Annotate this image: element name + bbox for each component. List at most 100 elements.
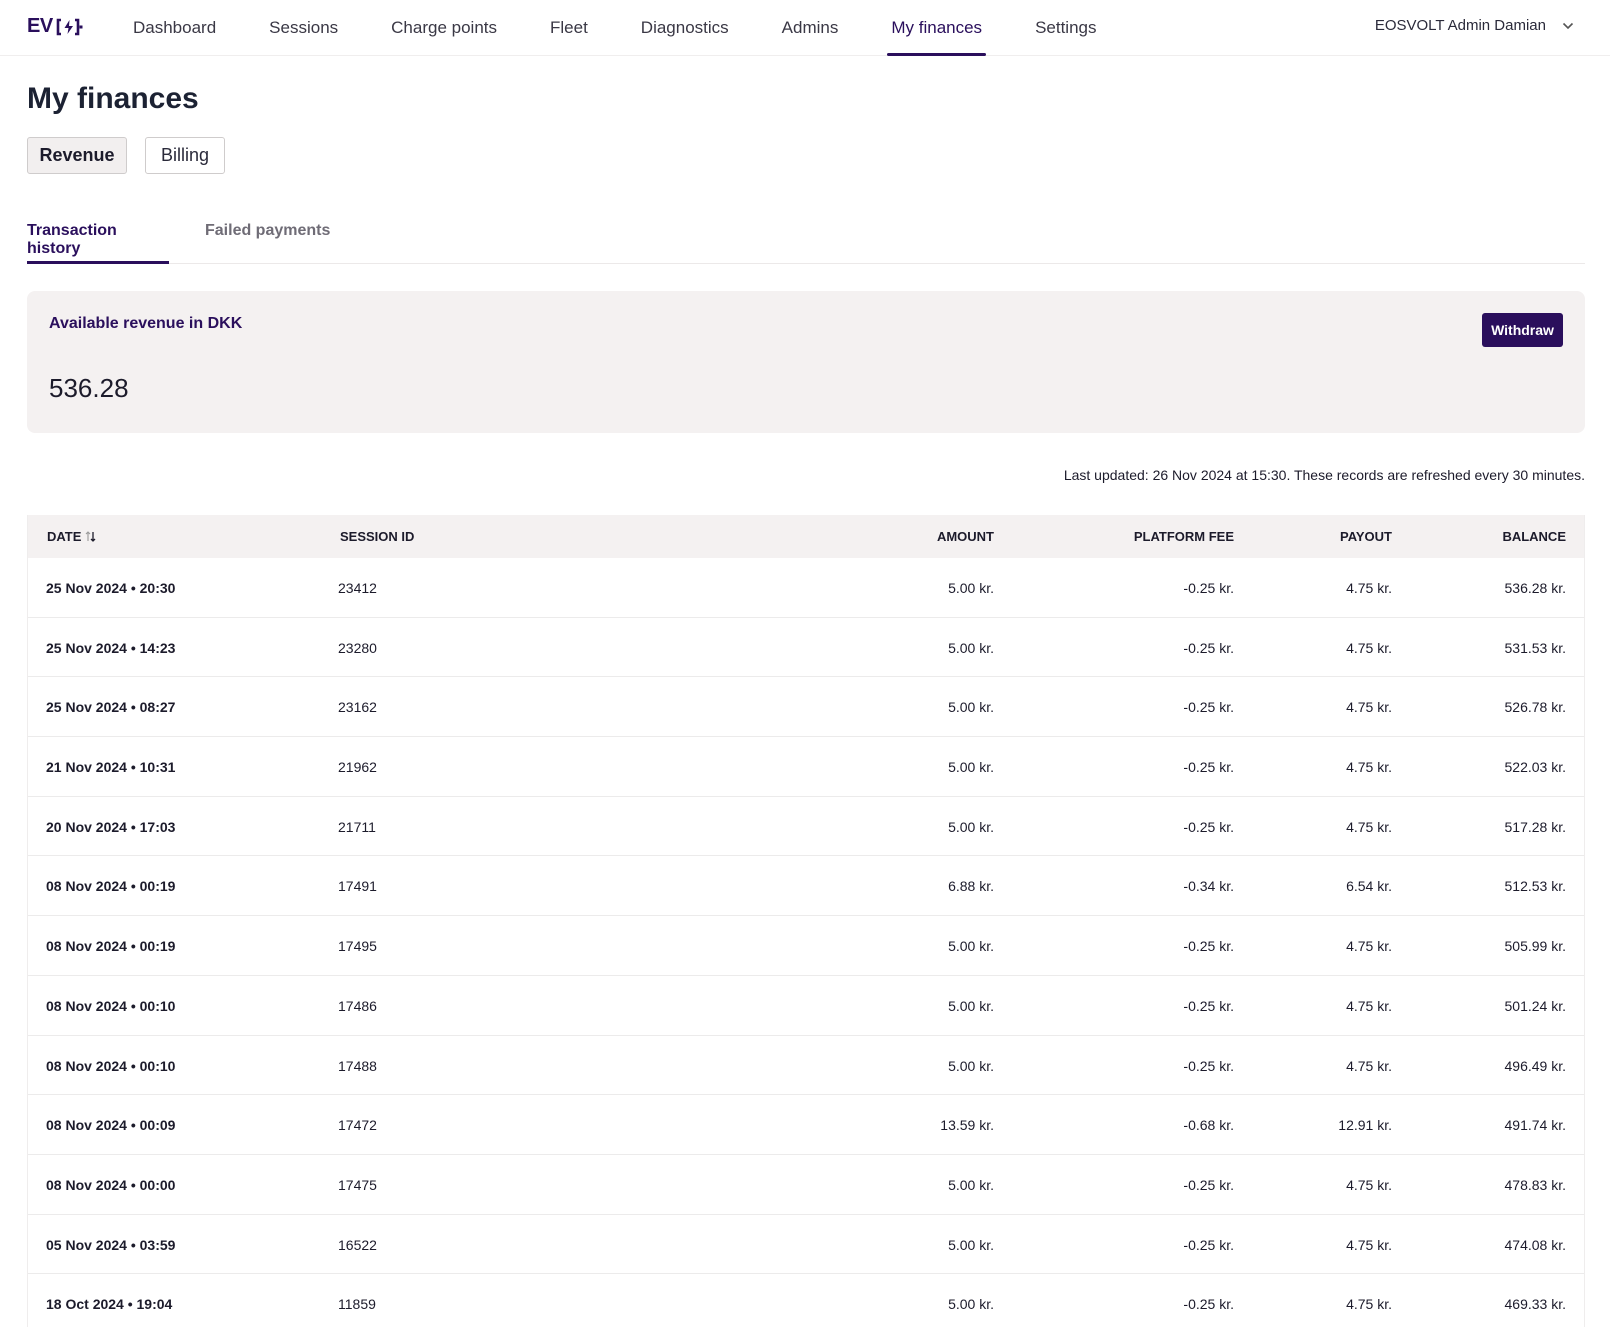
top-navigation-bar: EV Dashboard Sessions Charge points Flee… xyxy=(0,0,1610,56)
date-cell: 08 Nov 2024 • 00:10 xyxy=(46,1057,176,1074)
platform-fee-cell: -0.34 kr. xyxy=(1183,878,1234,895)
balance-cell: 526.78 kr. xyxy=(1504,699,1567,716)
nav-settings[interactable]: Settings xyxy=(1035,0,1096,56)
date-cell: 18 Oct 2024 • 19:04 xyxy=(46,1296,173,1313)
table-row[interactable]: 08 Nov 2024 • 00:10 17488 5.00 kr. -0.25 kr… xyxy=(28,1036,1584,1096)
table-row[interactable]: 25 Nov 2024 • 20:30 23412 5.00 kr. -0.25 kr… xyxy=(28,558,1584,618)
user-menu[interactable]: EOSVOLT Admin Damian xyxy=(1375,17,1574,34)
table-row[interactable]: 08 Nov 2024 • 00:00 17475 5.00 kr. -0.25 kr… xyxy=(28,1155,1584,1215)
session-id-cell: 17491 xyxy=(338,878,377,895)
session-id-cell: 11859 xyxy=(338,1296,376,1313)
balance-cell: 517.28 kr. xyxy=(1504,818,1567,835)
session-id-cell: 17486 xyxy=(338,997,377,1014)
payout-cell: 4.75 kr. xyxy=(1346,639,1392,656)
tab-failed-payments[interactable]: Failed payments xyxy=(205,215,330,264)
payout-cell: 4.75 kr. xyxy=(1346,1296,1392,1313)
balance-column-header: BALANCE xyxy=(1502,529,1566,544)
table-row[interactable]: 08 Nov 2024 • 00:19 17495 5.00 kr. -0.25 kr… xyxy=(28,916,1584,976)
payout-cell: 4.75 kr. xyxy=(1346,699,1392,716)
payout-cell: 4.75 kr. xyxy=(1346,818,1392,835)
date-cell: 08 Nov 2024 • 00:19 xyxy=(46,878,176,895)
session-id-cell: 16522 xyxy=(338,1236,377,1253)
table-row[interactable]: 21 Nov 2024 • 10:31 21962 5.00 kr. -0.25 kr… xyxy=(28,737,1584,797)
last-updated-note: Last updated: 26 Nov 2024 at 15:30. Thes… xyxy=(1063,467,1585,483)
logo-text: EV xyxy=(27,15,53,37)
session-id-cell: 23162 xyxy=(338,699,377,716)
table-row[interactable]: 08 Nov 2024 • 00:10 17486 5.00 kr. -0.25 kr… xyxy=(28,976,1584,1036)
platform-fee-cell: -0.25 kr. xyxy=(1183,580,1234,596)
nav-charge-points[interactable]: Charge points xyxy=(391,0,497,56)
revenue-segment-button[interactable]: Revenue xyxy=(27,137,127,174)
billing-segment-button[interactable]: Billing xyxy=(145,137,225,174)
session-id-cell: 21962 xyxy=(338,759,377,776)
payout-cell: 6.54 kr. xyxy=(1346,878,1392,895)
platform-fee-cell: -0.68 kr. xyxy=(1183,1117,1234,1134)
platform-fee-cell: -0.25 kr. xyxy=(1183,759,1234,776)
amount-cell: 5.00 kr. xyxy=(948,938,994,955)
payout-cell: 12.91 kr. xyxy=(1338,1117,1392,1134)
amount-cell: 5.00 kr. xyxy=(948,1296,994,1313)
amount-column-header: AMOUNT xyxy=(936,529,994,544)
date-cell: 25 Nov 2024 • 20:30 xyxy=(46,580,176,596)
nav-dashboard[interactable]: Dashboard xyxy=(133,0,216,56)
amount-cell: 5.00 kr. xyxy=(948,699,994,716)
payout-cell: 4.75 kr. xyxy=(1346,580,1392,596)
chevron-down-icon xyxy=(1562,22,1574,29)
table-row[interactable]: 08 Nov 2024 • 00:19 17491 6.88 kr. -0.34 kr… xyxy=(28,856,1584,917)
page-title: My finances xyxy=(27,82,199,115)
amount-cell: 5.00 kr. xyxy=(948,1176,994,1193)
payout-cell: 4.75 kr. xyxy=(1346,759,1392,776)
session-id-cell: 21711 xyxy=(338,818,376,835)
amount-cell: 5.00 kr. xyxy=(948,818,994,835)
platform-fee-cell: -0.25 kr. xyxy=(1183,699,1234,716)
sort-icon[interactable] xyxy=(85,530,96,543)
platform-fee-cell: -0.25 kr. xyxy=(1183,1176,1234,1193)
session-id-cell: 17488 xyxy=(338,1057,377,1074)
withdraw-button[interactable]: Withdraw xyxy=(1482,313,1563,347)
session-id-cell: 23280 xyxy=(338,639,377,656)
payout-cell: 4.75 kr. xyxy=(1346,1176,1392,1193)
balance-cell: 496.49 kr. xyxy=(1504,1057,1567,1074)
nav-admins[interactable]: Admins xyxy=(782,0,839,56)
amount-cell: 5.00 kr. xyxy=(948,1057,994,1074)
user-name: EOSVOLT Admin Damian xyxy=(1374,17,1546,34)
payout-column-header: PAYOUT xyxy=(1339,529,1392,544)
table-header: DATE SESSION ID AMOUNT PLATFORM FEE PAYO… xyxy=(28,515,1584,558)
payout-cell: 4.75 kr. xyxy=(1346,997,1392,1014)
balance-cell: 469.33 kr. xyxy=(1504,1296,1567,1313)
date-cell: 25 Nov 2024 • 08:27 xyxy=(46,699,176,716)
platform-fee-cell: -0.25 kr. xyxy=(1183,818,1234,835)
table-row[interactable]: 25 Nov 2024 • 08:27 23162 5.00 kr. -0.25 kr… xyxy=(28,677,1584,738)
platform-fee-cell: -0.25 kr. xyxy=(1183,1236,1234,1253)
date-cell: 08 Nov 2024 • 00:10 xyxy=(46,997,176,1014)
table-row[interactable]: 20 Nov 2024 • 17:03 21711 5.00 kr. -0.25 kr… xyxy=(28,797,1584,857)
tab-transaction-history[interactable]: Transaction history xyxy=(27,215,169,264)
table-row[interactable]: 25 Nov 2024 • 14:23 23280 5.00 kr. -0.25 kr… xyxy=(28,618,1584,678)
nav-my-finances[interactable]: My finances xyxy=(887,0,986,56)
balance-cell: 505.99 kr. xyxy=(1504,938,1567,955)
session-id-cell: 17495 xyxy=(338,938,377,955)
date-cell: 08 Nov 2024 • 00:09 xyxy=(46,1117,176,1134)
date-column-header[interactable]: DATE xyxy=(47,529,96,544)
finance-subtabs: Transaction history Failed payments xyxy=(27,215,1585,264)
platform-fee-cell: -0.25 kr. xyxy=(1183,1057,1234,1074)
logo[interactable]: EV xyxy=(27,15,83,38)
table-body: 25 Nov 2024 • 20:30 23412 5.00 kr. -0.25 kr… xyxy=(28,558,1584,1327)
nav-diagnostics[interactable]: Diagnostics xyxy=(641,0,729,56)
platform-fee-cell: -0.25 kr. xyxy=(1183,938,1234,955)
table-row[interactable]: 08 Nov 2024 • 00:09 17472 13.59 kr. -0.68 k… xyxy=(28,1095,1584,1155)
main-nav: Dashboard Sessions Charge points Fleet D… xyxy=(124,0,1097,56)
session-id-cell: 17472 xyxy=(338,1117,377,1134)
nav-sessions[interactable]: Sessions xyxy=(269,0,338,56)
payout-cell: 4.75 kr. xyxy=(1346,1236,1392,1253)
balance-cell: 536.28 kr. xyxy=(1504,580,1567,596)
session-id-cell: 17475 xyxy=(338,1176,377,1193)
balance-cell: 491.74 kr. xyxy=(1504,1117,1567,1134)
transactions-table: DATE SESSION ID AMOUNT PLATFORM FEE PAYO… xyxy=(27,515,1585,1327)
table-row[interactable]: 18 Oct 2024 • 19:04 11859 5.00 kr. -0.25 kr… xyxy=(28,1274,1584,1327)
date-cell: 25 Nov 2024 • 14:23 xyxy=(46,639,176,656)
table-row[interactable]: 05 Nov 2024 • 03:59 16522 5.00 kr. -0.25 kr… xyxy=(28,1215,1584,1275)
platform-fee-cell: -0.25 kr. xyxy=(1183,1296,1234,1313)
payout-cell: 4.75 kr. xyxy=(1346,938,1392,955)
nav-fleet[interactable]: Fleet xyxy=(550,0,588,56)
